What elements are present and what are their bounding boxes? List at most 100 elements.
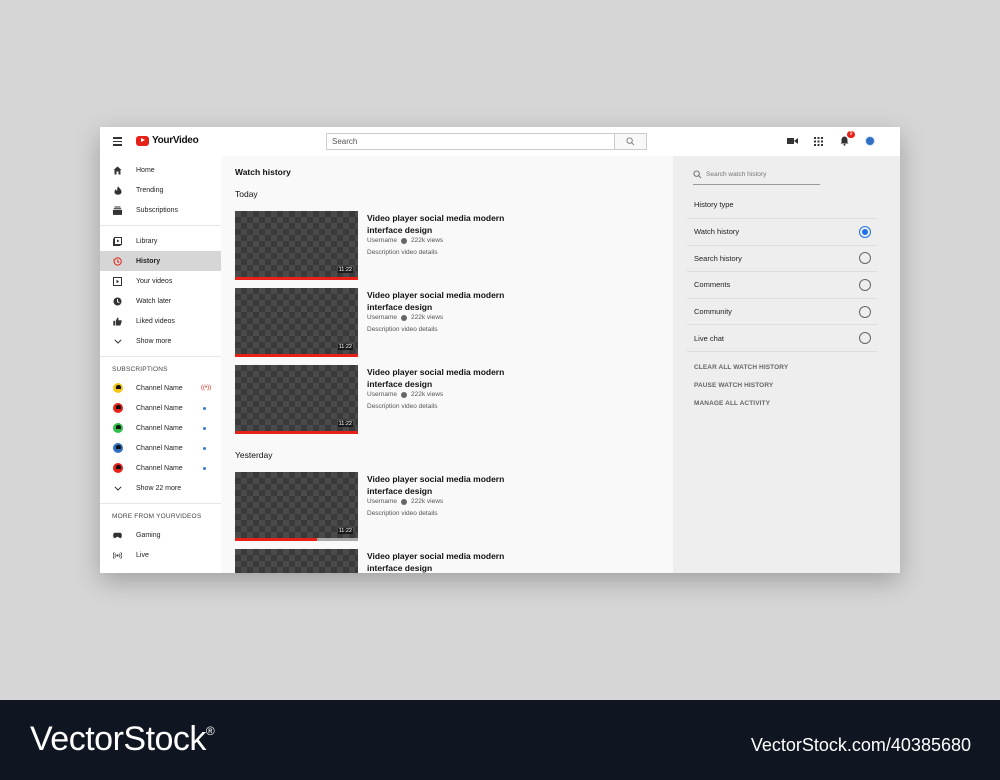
section-label-today: Today bbox=[235, 189, 258, 199]
option-watch-history[interactable]: Watch history bbox=[687, 219, 877, 246]
sidebar-item-your-videos[interactable]: Your videos bbox=[100, 271, 221, 291]
video-item[interactable]: 11:22 Video player social media modern i… bbox=[235, 472, 535, 541]
logo[interactable]: YourVideo bbox=[136, 135, 199, 146]
video-views: 222k views bbox=[410, 391, 444, 398]
history-search-input[interactable] bbox=[702, 171, 812, 178]
sidebar-item-label: Your videos bbox=[136, 277, 173, 285]
video-item[interactable]: 11:22 Video player social media modern i… bbox=[235, 211, 535, 280]
video-title[interactable]: Video player social media modern interfa… bbox=[367, 212, 527, 236]
clock-icon bbox=[113, 297, 122, 306]
watch-history-main: Watch history Today 11:22 Video player s… bbox=[221, 156, 673, 573]
video-duration: 11:22 bbox=[337, 267, 353, 273]
video-item[interactable]: 11:22 Video player social media modern i… bbox=[235, 365, 535, 434]
option-comments[interactable]: Comments bbox=[687, 272, 877, 299]
video-thumbnail[interactable]: 11:22 bbox=[235, 211, 358, 280]
video-thumbnail[interactable]: 11:22 bbox=[235, 288, 358, 357]
sidebar-item-live[interactable]: Live bbox=[100, 545, 221, 565]
video-item[interactable]: Video player social media modern interfa… bbox=[235, 549, 535, 573]
top-bar: YourVideo 9 bbox=[100, 127, 900, 156]
video-username[interactable]: Username bbox=[367, 237, 397, 244]
notifications-button[interactable]: 9 bbox=[838, 131, 855, 147]
sidebar-item-subscriptions[interactable]: Subscriptions bbox=[100, 200, 221, 220]
sidebar-item-liked-videos[interactable]: Liked videos bbox=[100, 311, 221, 331]
sidebar-item-trending[interactable]: Trending bbox=[100, 180, 221, 200]
sidebar-item-label: Show 22 more bbox=[136, 484, 182, 492]
sidebar-item-library[interactable]: Library bbox=[100, 231, 221, 251]
search-button[interactable] bbox=[614, 134, 646, 149]
hamburger-menu-icon[interactable] bbox=[113, 137, 122, 146]
sidebar-channel-item[interactable]: Channel Name bbox=[100, 438, 221, 458]
sidebar-item-history[interactable]: History bbox=[100, 251, 221, 271]
notification-badge: 9 bbox=[847, 131, 855, 138]
chevron-down-icon bbox=[113, 337, 122, 346]
video-username[interactable]: Username bbox=[367, 498, 397, 505]
video-thumbnail[interactable]: 11:22 bbox=[235, 365, 358, 434]
manage-activity-button[interactable]: MANAGE ALL ACTIVITY bbox=[694, 395, 788, 413]
home-icon bbox=[113, 166, 122, 175]
pause-history-button[interactable]: PAUSE WATCH HISTORY bbox=[694, 377, 788, 395]
sidebar-item-label: History bbox=[136, 257, 161, 265]
play-logo-icon bbox=[136, 135, 149, 146]
apps-button[interactable] bbox=[812, 135, 824, 147]
sidebar-channel-item[interactable]: Channel Name bbox=[100, 398, 221, 418]
sidebar-item-label: Live bbox=[136, 551, 149, 559]
sidebar-item-watch-later[interactable]: Watch later bbox=[100, 291, 221, 311]
subscriptions-icon bbox=[113, 206, 122, 215]
more-from-heading: MORE FROM YOURVIDEOS bbox=[112, 513, 202, 520]
video-title[interactable]: Video player social media modern interfa… bbox=[367, 550, 527, 573]
account-button[interactable] bbox=[864, 135, 876, 147]
apps-grid-icon bbox=[813, 136, 823, 146]
video-meta: Username 222k views bbox=[367, 391, 443, 398]
option-search-history[interactable]: Search history bbox=[687, 246, 877, 273]
divider bbox=[100, 225, 221, 226]
section-label-yesterday: Yesterday bbox=[235, 450, 273, 460]
video-title[interactable]: Video player social media modern interfa… bbox=[367, 366, 527, 390]
clear-history-button[interactable]: CLEAR ALL WATCH HISTORY bbox=[694, 359, 788, 377]
search-icon bbox=[693, 170, 702, 179]
channel-avatar bbox=[113, 403, 123, 413]
verified-check-icon bbox=[400, 391, 407, 398]
watermark-brand: VectorStock bbox=[30, 720, 206, 758]
option-community[interactable]: Community bbox=[687, 299, 877, 326]
video-thumbnail[interactable] bbox=[235, 549, 358, 573]
history-actions: CLEAR ALL WATCH HISTORY PAUSE WATCH HIST… bbox=[694, 359, 788, 413]
video-item[interactable]: 11:22 Video player social media modern i… bbox=[235, 288, 535, 357]
history-type-options: Watch history Search history Comments Co… bbox=[687, 218, 877, 352]
video-thumbnail[interactable]: 11:22 bbox=[235, 472, 358, 541]
sidebar-show-more-channels[interactable]: Show 22 more bbox=[100, 478, 221, 498]
radio-selected[interactable] bbox=[859, 225, 871, 238]
radio-unselected[interactable] bbox=[859, 332, 871, 345]
radio-unselected[interactable] bbox=[859, 278, 871, 291]
video-title[interactable]: Video player social media modern interfa… bbox=[367, 473, 527, 497]
page-title: Watch history bbox=[235, 167, 291, 177]
sidebar-channel-item[interactable]: Channel Name bbox=[100, 458, 221, 478]
new-content-dot-icon bbox=[203, 406, 206, 410]
radio-unselected[interactable] bbox=[859, 252, 871, 265]
sidebar-channel-item[interactable]: Channel Name ((•)) bbox=[100, 378, 221, 398]
search-input[interactable] bbox=[327, 134, 614, 149]
verified-check-icon bbox=[400, 237, 407, 244]
sidebar-item-show-more[interactable]: Show more bbox=[100, 331, 221, 351]
sidebar-channel-item[interactable]: Channel Name bbox=[100, 418, 221, 438]
video-username[interactable]: Username bbox=[367, 391, 397, 398]
sidebar-item-gaming[interactable]: Gaming bbox=[100, 525, 221, 545]
new-content-dot-icon bbox=[203, 446, 206, 450]
sidebar-item-label: Subscriptions bbox=[136, 206, 179, 214]
video-title[interactable]: Video player social media modern interfa… bbox=[367, 289, 527, 313]
video-username[interactable]: Username bbox=[367, 314, 397, 321]
channel-name: Channel Name bbox=[136, 464, 183, 472]
brand-name: YourVideo bbox=[152, 135, 199, 146]
video-meta: Username 222k views bbox=[367, 314, 443, 321]
history-type-heading: History type bbox=[694, 200, 734, 209]
video-views: 222k views bbox=[410, 314, 444, 321]
live-broadcast-icon bbox=[113, 551, 122, 560]
create-video-button[interactable] bbox=[786, 135, 798, 147]
option-label: Watch history bbox=[694, 227, 740, 237]
video-duration: 11:22 bbox=[337, 528, 353, 534]
sidebar-item-home[interactable]: Home bbox=[100, 160, 221, 180]
sidebar: Home Trending Subscriptions Library Hist… bbox=[100, 156, 221, 573]
verified-check-icon bbox=[400, 498, 407, 505]
option-live-chat[interactable]: Live chat bbox=[687, 325, 877, 352]
channel-name: Channel Name bbox=[136, 424, 183, 432]
radio-unselected[interactable] bbox=[859, 305, 871, 318]
